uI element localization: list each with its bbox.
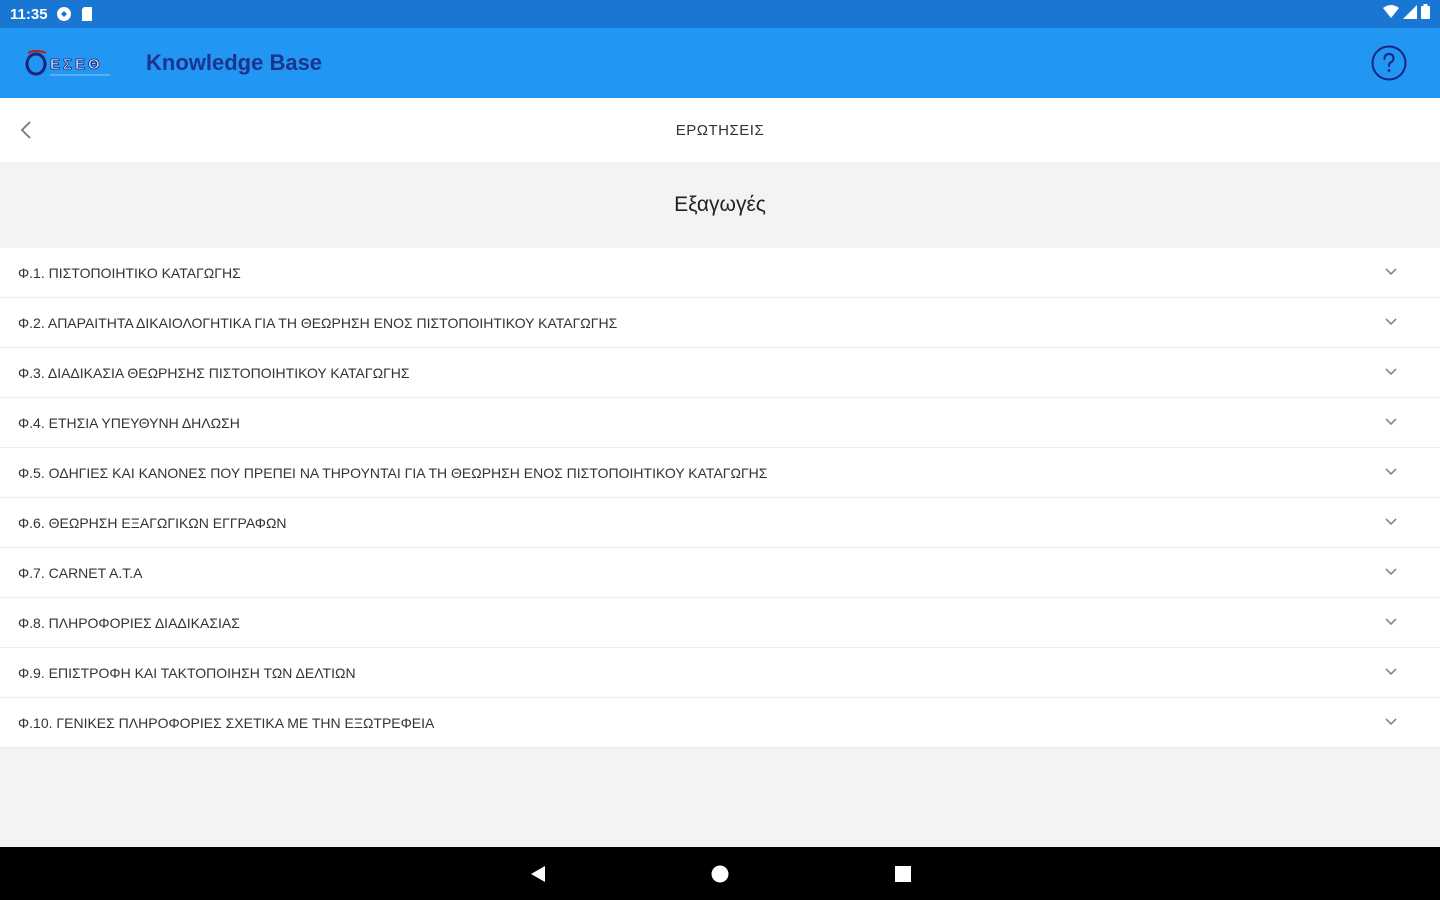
section-title: Εξαγωγές [674,193,766,216]
status-right [1383,4,1430,24]
nav-back-icon[interactable] [528,864,548,884]
status-time: 11:35 [10,5,48,23]
chevron-down-icon[interactable] [1384,315,1398,329]
faq-item-6[interactable]: Φ.6. ΘΕΩΡΗΣΗ ΕΞΑΓΩΓΙΚΩΝ ΕΓΓΡΑΦΩΝ [0,498,1440,548]
chevron-down-icon[interactable] [1384,465,1398,479]
faq-item-label: Φ.4. ΕΤΗΣΙΑ ΥΠΕΥΘΥΝΗ ΔΗΛΩΣΗ [18,414,240,431]
faq-item-3[interactable]: Φ.3. ΔΙΑΔΙΚΑΣΙΑ ΘΕΩΡΗΣΗΣ ΠΙΣΤΟΠΟΙΗΤΙΚΟΥ … [0,348,1440,398]
faq-item-4[interactable]: Φ.4. ΕΤΗΣΙΑ ΥΠΕΥΘΥΝΗ ΔΗΛΩΣΗ [0,398,1440,448]
chevron-down-icon[interactable] [1384,615,1398,629]
faq-item-9[interactable]: Φ.9. ΕΠΙΣΤΡΟΦΗ ΚΑΙ ΤΑΚΤΟΠΟΙΗΣΗ ΤΩΝ ΔΕΛΤΙ… [0,648,1440,698]
battery-icon [1421,4,1430,24]
help-icon[interactable] [1371,45,1407,81]
svg-text:ΕΣΕΘ: ΕΣΕΘ [50,56,103,73]
faq-item-label: Φ.9. ΕΠΙΣΤΡΟΦΗ ΚΑΙ ΤΑΚΤΟΠΟΙΗΣΗ ΤΩΝ ΔΕΛΤΙ… [18,664,356,681]
faq-item-7[interactable]: Φ.7. CARNET A.T.A [0,548,1440,598]
faq-list: Φ.1. ΠΙΣΤΟΠΟΙΗΤΙΚΟ ΚΑΤΑΓΩΓΗΣ Φ.2. ΑΠΑΡΑΙ… [0,248,1440,748]
chevron-down-icon[interactable] [1384,715,1398,729]
faq-item-8[interactable]: Φ.8. ΠΛΗΡΟΦΟΡΙΕΣ ΔΙΑΔΙΚΑΣΙΑΣ [0,598,1440,648]
chevron-down-icon[interactable] [1384,265,1398,279]
faq-item-10[interactable]: Φ.10. ΓΕΝΙΚΕΣ ΠΛΗΡΟΦΟΡΙΕΣ ΣΧΕΤΙΚΑ ΜΕ ΤΗΝ… [0,698,1440,748]
faq-item-label: Φ.5. ΟΔΗΓΙΕΣ ΚΑΙ ΚΑΝΟΝΕΣ ΠΟΥ ΠΡΕΠΕΙ ΝΑ Τ… [18,464,768,481]
app-notification-icon [56,6,72,22]
app-bar: ΕΣΕΘ Knowledge Base [0,28,1440,98]
wifi-icon [1383,4,1399,24]
chevron-down-icon[interactable] [1384,565,1398,579]
chevron-down-icon[interactable] [1384,365,1398,379]
logo-eseo[interactable]: ΕΣΕΘ [24,46,112,80]
status-left: 11:35 [10,6,96,23]
faq-item-1[interactable]: Φ.1. ΠΙΣΤΟΠΟΙΗΤΙΚΟ ΚΑΤΑΓΩΓΗΣ [0,248,1440,298]
nav-recents-icon[interactable] [893,864,913,884]
chevron-down-icon[interactable] [1384,515,1398,529]
faq-item-5[interactable]: Φ.5. ΟΔΗΓΙΕΣ ΚΑΙ ΚΑΝΟΝΕΣ ΠΟΥ ΠΡΕΠΕΙ ΝΑ Τ… [0,448,1440,498]
status-bar: 11:35 [0,0,1440,28]
sub-header: ΕΡΩΤΗΣΕΙΣ [0,98,1440,162]
sd-card-icon [80,6,96,22]
faq-item-label: Φ.8. ΠΛΗΡΟΦΟΡΙΕΣ ΔΙΑΔΙΚΑΣΙΑΣ [18,614,240,631]
page-title: ΕΡΩΤΗΣΕΙΣ [675,121,765,139]
signal-icon [1403,4,1417,24]
faq-item-label: Φ.1. ΠΙΣΤΟΠΟΙΗΤΙΚΟ ΚΑΤΑΓΩΓΗΣ [18,264,241,281]
faq-item-label: Φ.10. ΓΕΝΙΚΕΣ ΠΛΗΡΟΦΟΡΙΕΣ ΣΧΕΤΙΚΑ ΜΕ ΤΗΝ… [18,714,435,731]
faq-item-label: Φ.7. CARNET A.T.A [18,564,143,581]
faq-item-label: Φ.3. ΔΙΑΔΙΚΑΣΙΑ ΘΕΩΡΗΣΗΣ ΠΙΣΤΟΠΟΙΗΤΙΚΟΥ … [18,364,410,381]
faq-item-2[interactable]: Φ.2. ΑΠΑΡΑΙΤΗΤΑ ΔΙΚΑΙΟΛΟΓΗΤΙΚΑ ΓΙΑ ΤΗ ΘΕ… [0,298,1440,348]
faq-item-label: Φ.6. ΘΕΩΡΗΣΗ ΕΞΑΓΩΓΙΚΩΝ ΕΓΓΡΑΦΩΝ [18,514,287,531]
chevron-left-icon[interactable] [16,118,36,142]
chevron-down-icon[interactable] [1384,665,1398,679]
faq-item-label: Φ.2. ΑΠΑΡΑΙΤΗΤΑ ΔΙΚΑΙΟΛΟΓΗΤΙΚΑ ΓΙΑ ΤΗ ΘΕ… [18,314,618,331]
section-header: Εξαγωγές [0,162,1440,248]
nav-bar [0,847,1440,900]
chevron-down-icon[interactable] [1384,415,1398,429]
nav-home-icon[interactable] [710,864,730,884]
app-title: Knowledge Base [146,50,323,75]
